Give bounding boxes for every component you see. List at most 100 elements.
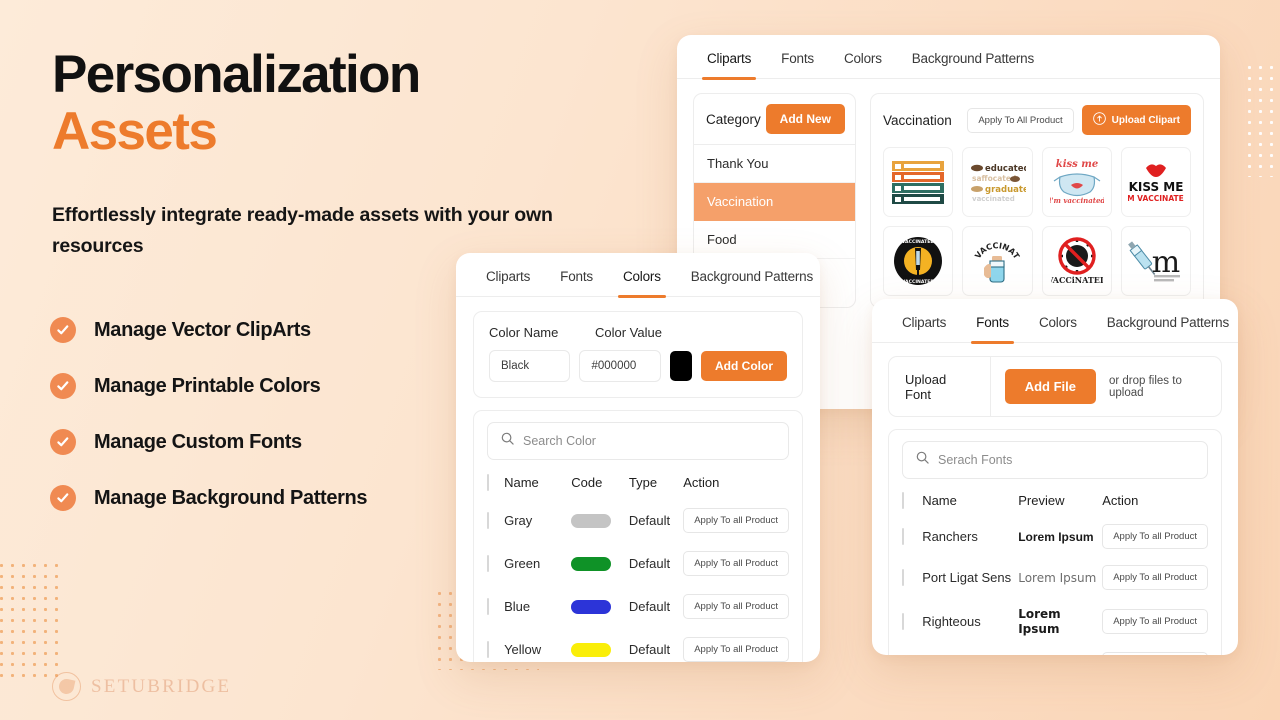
tab-colors[interactable]: Colors bbox=[842, 35, 884, 78]
list-item: Manage Custom Fonts bbox=[50, 414, 367, 470]
tab-fonts[interactable]: Fonts bbox=[779, 35, 816, 78]
fonts-list-panel: Serach Fonts Name Preview Action Rancher… bbox=[888, 429, 1222, 655]
check-circle-icon bbox=[50, 485, 76, 511]
color-value-input[interactable]: #000000 bbox=[579, 350, 661, 382]
font-name-cell: Port Ligat Sens bbox=[922, 570, 1012, 585]
search-fonts-field[interactable]: Serach Fonts bbox=[902, 441, 1208, 479]
color-name-label: Color Name bbox=[489, 325, 559, 340]
clipart-thumb[interactable]: kiss me i'm vaccinated bbox=[1041, 147, 1112, 217]
search-color-field[interactable]: Search Color bbox=[487, 422, 789, 460]
brand-name: SETUBRIDGE bbox=[91, 675, 232, 697]
tab-cliparts[interactable]: Cliparts bbox=[900, 299, 948, 342]
clipart-thumb[interactable]: VACCINATED bbox=[962, 226, 1033, 296]
select-all-checkbox[interactable] bbox=[487, 474, 489, 491]
tab-background-patterns[interactable]: Background Patterns bbox=[910, 35, 1036, 78]
clipart-gallery: Vaccination Apply To All Product Upload … bbox=[870, 93, 1204, 308]
fonts-tabbar: Cliparts Fonts Colors Background Pattern… bbox=[872, 299, 1238, 344]
feature-label: Manage Custom Fonts bbox=[94, 430, 302, 453]
setubridge-logo-icon bbox=[52, 672, 81, 701]
svg-text:VACCiNATED: VACCiNATED bbox=[1051, 275, 1103, 285]
sidebar-item-thank-you[interactable]: Thank You bbox=[694, 145, 855, 183]
color-pill bbox=[571, 599, 612, 614]
apply-to-all-product-button[interactable]: Apply To all Product bbox=[1102, 524, 1208, 549]
clipart-thumb[interactable]: KISS ME I'M VACCINATED bbox=[1120, 147, 1191, 217]
color-name-input[interactable]: Black bbox=[489, 350, 571, 382]
add-color-form: Color Name Color Value Black #000000 Add… bbox=[473, 311, 803, 398]
apply-to-all-product-button[interactable]: Apply To all Product bbox=[1102, 608, 1208, 634]
color-pill bbox=[571, 513, 612, 528]
search-icon bbox=[501, 432, 514, 450]
svg-text:saffocated: saffocated bbox=[972, 174, 1016, 183]
table-row: Green Default Apply To all Product bbox=[487, 542, 789, 585]
upload-clipart-button[interactable]: Upload Clipart bbox=[1081, 105, 1191, 135]
colors-panel: Cliparts Fonts Colors Background Pattern… bbox=[456, 253, 820, 662]
dot-pattern-left bbox=[0, 560, 66, 680]
dot-pattern-right bbox=[1244, 62, 1280, 177]
clipart-thumb[interactable] bbox=[883, 147, 954, 217]
column-header-action: Action bbox=[683, 475, 720, 490]
clipart-thumb[interactable]: VACCiNATED bbox=[1041, 226, 1112, 296]
select-all-checkbox[interactable] bbox=[902, 492, 904, 509]
row-checkbox[interactable] bbox=[487, 641, 489, 658]
feature-label: Manage Background Patterns bbox=[94, 486, 368, 509]
sidebar-item-vaccination[interactable]: Vaccination bbox=[694, 183, 855, 221]
category-title: Category bbox=[706, 111, 761, 127]
tab-colors[interactable]: Colors bbox=[617, 253, 666, 298]
row-checkbox[interactable] bbox=[902, 569, 904, 586]
upload-clipart-label: Upload Clipart bbox=[1111, 114, 1180, 126]
svg-text:VACCINATED: VACCINATED bbox=[902, 279, 935, 285]
color-type-cell: Default bbox=[628, 599, 671, 614]
row-checkbox[interactable] bbox=[487, 555, 489, 572]
row-checkbox[interactable] bbox=[487, 598, 489, 615]
font-preview-cell: Lorem Ipsum bbox=[1018, 530, 1094, 544]
clipart-thumb[interactable]: m bbox=[1120, 226, 1191, 296]
apply-to-all-product-button[interactable]: Apply To all Product bbox=[683, 508, 789, 533]
table-row: Blue Default Apply To all Product bbox=[487, 585, 789, 628]
column-header-name: Name bbox=[922, 493, 957, 508]
fonts-table: Name Preview Action Ranchers Lorem Ipsum… bbox=[902, 485, 1208, 655]
color-type-cell: Default bbox=[628, 556, 671, 571]
color-name-cell: Yellow bbox=[504, 642, 542, 657]
add-new-category-button[interactable]: Add New bbox=[765, 104, 845, 134]
feature-label: Manage Vector ClipArts bbox=[94, 318, 311, 341]
tab-background-patterns[interactable]: Background Patterns bbox=[689, 253, 815, 296]
page-title-line2: Assets bbox=[52, 102, 218, 161]
gallery-title: Vaccination bbox=[883, 112, 952, 128]
apply-to-all-product-button[interactable]: Apply To All Product bbox=[967, 107, 1074, 133]
apply-to-all-product-button[interactable]: Apply To all Product bbox=[1102, 565, 1208, 590]
tab-fonts[interactable]: Fonts bbox=[558, 253, 595, 296]
color-swatch-preview[interactable] bbox=[669, 351, 693, 381]
brand-watermark: SETUBRIDGE bbox=[52, 672, 231, 701]
apply-to-all-product-button[interactable]: Apply To all Product bbox=[683, 594, 789, 619]
tab-colors[interactable]: Colors bbox=[1037, 299, 1079, 342]
font-preview-cell: Lorem Ipsum bbox=[1018, 571, 1097, 585]
apply-to-all-product-button[interactable]: Apply To all Product bbox=[683, 637, 789, 662]
tab-cliparts[interactable]: Cliparts bbox=[484, 253, 532, 296]
row-checkbox[interactable] bbox=[902, 528, 904, 545]
clipart-thumb[interactable]: educated saffocated graduated vaccinated bbox=[962, 147, 1033, 217]
svg-text:KISS ME: KISS ME bbox=[1128, 180, 1183, 194]
clipart-thumb[interactable]: VACCINATED VACCINATED bbox=[883, 226, 954, 296]
drop-files-hint: or drop files to upload bbox=[1108, 374, 1182, 399]
add-color-button[interactable]: Add Color bbox=[701, 351, 788, 381]
category-header: Category Add New bbox=[694, 94, 855, 145]
svg-text:VACCINATED: VACCINATED bbox=[902, 239, 935, 245]
color-type-cell: Default bbox=[628, 513, 671, 528]
table-row: Spicy Rice Lorem Ipsum Apply To all Prod… bbox=[902, 644, 1208, 655]
table-row: Ranchers Lorem Ipsum Apply To all Produc… bbox=[902, 516, 1208, 557]
row-checkbox[interactable] bbox=[902, 612, 904, 630]
cloud-upload-icon bbox=[1092, 112, 1106, 128]
row-checkbox[interactable] bbox=[487, 512, 489, 529]
tab-fonts[interactable]: Fonts bbox=[971, 299, 1014, 344]
add-file-button[interactable]: Add File bbox=[1004, 369, 1096, 404]
feature-label: Manage Printable Colors bbox=[94, 374, 321, 397]
apply-to-all-product-button[interactable]: Apply To all Product bbox=[1102, 652, 1208, 655]
color-value-label: Color Value bbox=[595, 325, 662, 340]
page-title-line1: Personalization bbox=[52, 45, 421, 104]
tab-cliparts[interactable]: Cliparts bbox=[701, 35, 757, 80]
cliparts-tabbar: Cliparts Fonts Colors Background Pattern… bbox=[677, 35, 1220, 80]
apply-to-all-product-button[interactable]: Apply To all Product bbox=[683, 551, 789, 576]
tab-background-patterns[interactable]: Background Patterns bbox=[1105, 299, 1231, 342]
fonts-panel: Cliparts Fonts Colors Background Pattern… bbox=[872, 299, 1238, 655]
upload-font-label: Upload Font bbox=[889, 357, 991, 416]
